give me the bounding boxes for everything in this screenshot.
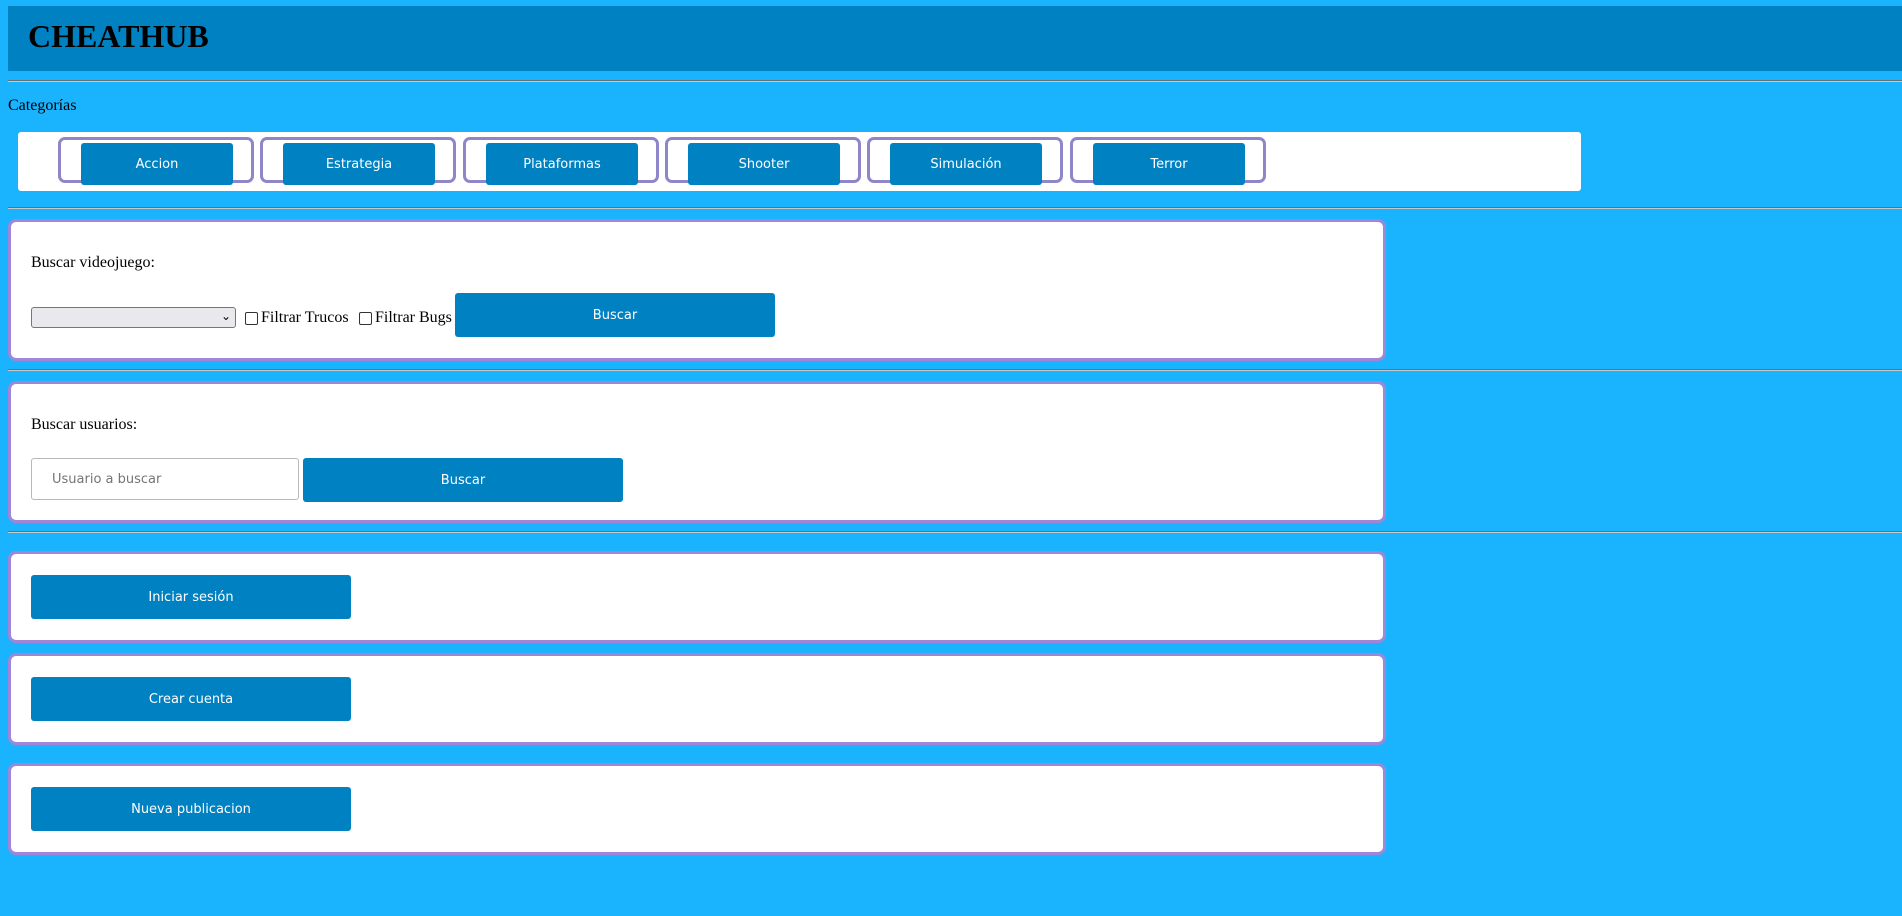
filter-tricks-checkbox[interactable]: Filtrar Trucos	[245, 309, 349, 327]
filter-tricks-label: Filtrar Trucos	[261, 309, 349, 326]
game-search-panel: Buscar videojuego: ⌄ Filtrar Trucos Filt…	[8, 219, 1386, 361]
game-search-button[interactable]: Buscar	[455, 293, 775, 337]
user-search-input[interactable]: Usuario a buscar	[31, 458, 299, 500]
category-button-accion[interactable]: Accion	[81, 143, 233, 185]
divider	[8, 207, 1902, 209]
user-search-panel: Buscar usuarios: Usuario a buscar Buscar	[8, 381, 1386, 523]
category-item-plataformas: Plataformas	[463, 137, 659, 185]
create-account-panel: Crear cuenta	[8, 653, 1386, 745]
category-item-terror: Terror	[1070, 137, 1266, 185]
filter-bugs-label: Filtrar Bugs	[375, 309, 452, 326]
category-item-simulacion: Simulación	[867, 137, 1063, 185]
category-button-shooter[interactable]: Shooter	[688, 143, 840, 185]
user-search-title: Buscar usuarios:	[31, 416, 138, 433]
user-search-button[interactable]: Buscar	[303, 458, 623, 502]
checkbox-icon[interactable]	[359, 311, 372, 325]
chevron-down-icon: ⌄	[220, 309, 231, 323]
category-button-simulacion[interactable]: Simulación	[890, 143, 1042, 185]
checkbox-icon[interactable]	[245, 311, 258, 325]
categories-label: Categorías	[8, 97, 77, 114]
site-header: CHEATHUB	[8, 6, 1902, 71]
game-search-title: Buscar videojuego:	[31, 254, 155, 271]
game-select[interactable]: ⌄	[31, 307, 236, 328]
divider	[8, 531, 1902, 533]
filter-bugs-checkbox[interactable]: Filtrar Bugs	[359, 309, 452, 327]
category-button-plataformas[interactable]: Plataformas	[486, 143, 638, 185]
login-button[interactable]: Iniciar sesión	[31, 575, 351, 619]
category-item-estrategia: Estrategia	[260, 137, 456, 185]
divider	[8, 80, 1902, 82]
category-button-terror[interactable]: Terror	[1093, 143, 1245, 185]
category-item-shooter: Shooter	[665, 137, 861, 185]
divider	[8, 369, 1902, 371]
new-post-button[interactable]: Nueva publicacion	[31, 787, 351, 831]
category-button-estrategia[interactable]: Estrategia	[283, 143, 435, 185]
category-item-accion: Accion	[58, 137, 254, 185]
new-post-panel: Nueva publicacion	[8, 763, 1386, 855]
login-panel: Iniciar sesión	[8, 551, 1386, 643]
create-account-button[interactable]: Crear cuenta	[31, 677, 351, 721]
site-title: CHEATHUB	[28, 18, 209, 54]
